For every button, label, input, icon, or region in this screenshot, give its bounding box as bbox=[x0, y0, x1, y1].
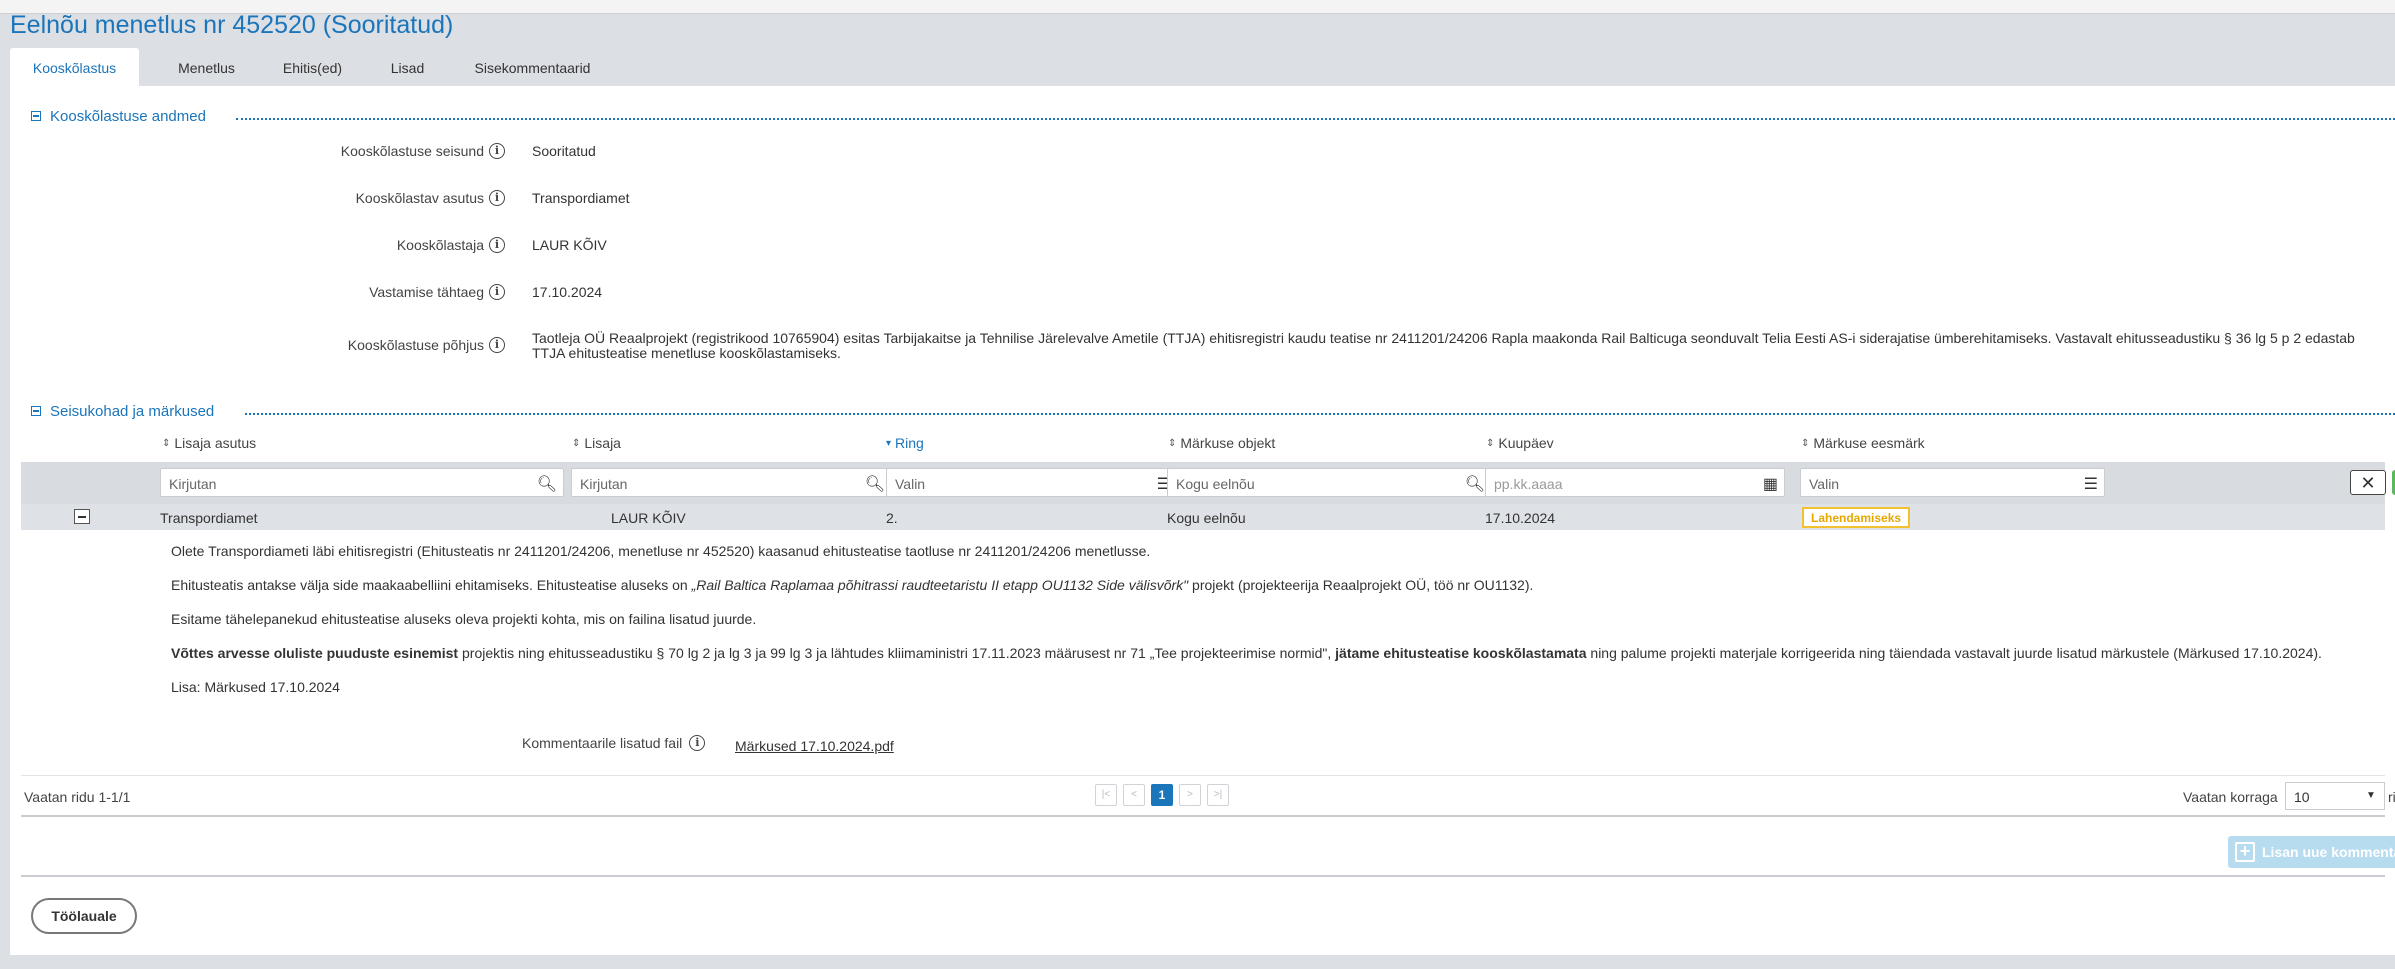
tab-lisad[interactable]: Lisad bbox=[365, 48, 450, 86]
section-title: Seisukohad ja märkused bbox=[50, 403, 215, 420]
field-value: Taotleja OÜ Reaalprojekt (registrikood 1… bbox=[532, 330, 2355, 361]
search-icon[interactable]: 🔍︎ bbox=[1465, 474, 1485, 494]
cell-objekt: Kogu eelnõu bbox=[1167, 510, 1246, 526]
column-header-lisaja[interactable]: ⇕ Lisaja bbox=[572, 435, 621, 451]
pager-info: Vaatan ridu 1-1/1 bbox=[24, 789, 131, 805]
collapse-section-icon[interactable] bbox=[31, 111, 41, 121]
filter-kuupaev-input[interactable]: pp.kk.aaaa ▦ bbox=[1485, 468, 1785, 497]
cell-kuupaev: 17.10.2024 bbox=[1485, 510, 1556, 526]
filter-eesmark-select[interactable]: Valin ☰ bbox=[1800, 468, 2105, 497]
comment-paragraph: Lisa: Märkused 17.10.2024 bbox=[171, 679, 340, 695]
chevron-down-icon: ▼ bbox=[2366, 790, 2376, 801]
search-icon[interactable]: 🔍︎ bbox=[865, 474, 885, 494]
sort-icon: ⇕ bbox=[1486, 437, 1495, 449]
collapse-row-icon[interactable] bbox=[74, 509, 90, 524]
section-header-kooskolastuse-andmed[interactable]: Kooskõlastuse andmed bbox=[31, 108, 2395, 126]
perpage-select[interactable]: 10 ▼ bbox=[2285, 782, 2385, 810]
column-header-markuse-eesmark[interactable]: ⇕ Märkuse eesmärk bbox=[1801, 435, 1925, 451]
cell-asutus: Transpordiamet bbox=[160, 510, 258, 526]
filter-objekt-input[interactable]: Kogu eelnõu 🔍︎ bbox=[1167, 468, 1492, 497]
pager-next-button[interactable]: > bbox=[1179, 784, 1201, 806]
clear-filters-button[interactable]: ✕ bbox=[2350, 470, 2386, 495]
divider bbox=[21, 775, 2385, 776]
tab-kooskolastus[interactable]: Kooskõlastus bbox=[10, 48, 139, 86]
info-icon[interactable]: i bbox=[489, 337, 505, 353]
plus-icon: + bbox=[2235, 842, 2255, 862]
field-label: Kooskõlastuse põhjus i bbox=[348, 337, 505, 353]
cell-lisaja: LAUR KÕIV bbox=[611, 510, 686, 526]
attachment-label: Kommentaarile lisatud fail i bbox=[522, 735, 706, 751]
filter-ring-select[interactable]: Valin ☰ bbox=[886, 468, 1178, 497]
perpage-label: Vaatan korraga bbox=[2183, 789, 2278, 805]
calendar-icon[interactable]: ▦ bbox=[1763, 474, 1778, 494]
column-header-kuupaev[interactable]: ⇕ Kuupäev bbox=[1486, 435, 1554, 451]
list-icon[interactable]: ☰ bbox=[2084, 474, 2098, 494]
field-value: Transpordiamet bbox=[532, 190, 630, 206]
sort-descending-icon: ▾ bbox=[886, 437, 892, 449]
field-label: Kooskõlastuse seisund i bbox=[341, 143, 505, 159]
pager-page-1[interactable]: 1 bbox=[1151, 784, 1173, 806]
section-title: Kooskõlastuse andmed bbox=[50, 108, 206, 125]
info-icon[interactable]: i bbox=[489, 143, 505, 159]
column-header-markuse-objekt[interactable]: ⇕ Märkuse objekt bbox=[1168, 435, 1275, 451]
filter-bar: Kirjutan 🔍︎ Kirjutan 🔍︎ Valin ☰ Kogu eelnõu… bbox=[21, 462, 2395, 504]
info-icon[interactable]: i bbox=[489, 284, 505, 300]
comment-paragraph: Võttes arvesse oluliste puuduste esinemi… bbox=[171, 645, 2322, 661]
comment-paragraph: Olete Transpordiameti läbi ehitisregistr… bbox=[171, 543, 1151, 559]
footer-divider bbox=[21, 875, 2385, 877]
tab-menetlus[interactable]: Menetlus bbox=[153, 48, 260, 86]
pager-first-button[interactable]: |< bbox=[1095, 784, 1117, 806]
field-label: Vastamise tähtaeg i bbox=[369, 284, 505, 300]
info-icon[interactable]: i bbox=[489, 237, 505, 253]
filter-lisaja-input[interactable]: Kirjutan 🔍︎ bbox=[571, 468, 892, 497]
sort-icon: ⇕ bbox=[1801, 437, 1810, 449]
search-icon[interactable]: 🔍︎ bbox=[537, 474, 557, 494]
tab-ehitised[interactable]: Ehitis(ed) bbox=[260, 48, 365, 86]
field-value: Sooritatud bbox=[532, 143, 596, 159]
cell-ring: 2. bbox=[886, 510, 898, 526]
info-icon[interactable]: i bbox=[489, 190, 505, 206]
table-row[interactable]: Transpordiamet LAUR KÕIV 2. Kogu eelnõu … bbox=[21, 504, 2385, 530]
table-bottom-border bbox=[21, 815, 2385, 817]
status-badge: Lahendamiseks bbox=[1802, 507, 1911, 528]
column-header-lisaja-asutus[interactable]: ⇕ Lisaja asutus bbox=[162, 435, 256, 451]
field-label: Kooskõlastaja i bbox=[397, 237, 505, 253]
perpage-suffix: ri bbox=[2388, 789, 2395, 805]
comment-paragraph: Esitame tähelepanekud ehitusteatise alus… bbox=[171, 611, 757, 627]
comment-paragraph: Ehitusteatis antakse välja side maakaabe… bbox=[171, 577, 1534, 593]
add-comment-button[interactable]: +Lisan uue kommentaari bbox=[2228, 836, 2395, 868]
section-divider bbox=[236, 118, 2395, 120]
info-icon[interactable]: i bbox=[689, 735, 706, 751]
field-label: Kooskõlastav asutus i bbox=[356, 190, 505, 206]
field-value: 17.10.2024 bbox=[532, 284, 603, 300]
sort-icon: ⇕ bbox=[162, 437, 171, 449]
back-to-dashboard-button[interactable]: Töölauale bbox=[31, 898, 137, 934]
tab-sisekommentaarid[interactable]: Sisekommentaarid bbox=[450, 48, 615, 86]
field-value: LAUR KÕIV bbox=[532, 237, 607, 253]
sort-icon: ⇕ bbox=[1168, 437, 1177, 449]
sort-icon: ⇕ bbox=[572, 437, 581, 449]
section-header-seisukohad[interactable]: Seisukohad ja märkused bbox=[31, 403, 2395, 421]
filter-asutus-input[interactable]: Kirjutan 🔍︎ bbox=[160, 468, 564, 497]
page-title: Eelnõu menetlus nr 452520 (Sooritatud) bbox=[10, 11, 454, 39]
attachment-link[interactable]: Märkused 17.10.2024.pdf bbox=[735, 738, 894, 754]
pager-prev-button[interactable]: < bbox=[1123, 784, 1145, 806]
pager-last-button[interactable]: >| bbox=[1207, 784, 1229, 806]
section-divider bbox=[245, 413, 2395, 415]
collapse-section-icon[interactable] bbox=[31, 406, 41, 416]
column-header-ring[interactable]: ▾ Ring bbox=[886, 435, 924, 451]
close-icon: ✕ bbox=[2360, 473, 2376, 493]
